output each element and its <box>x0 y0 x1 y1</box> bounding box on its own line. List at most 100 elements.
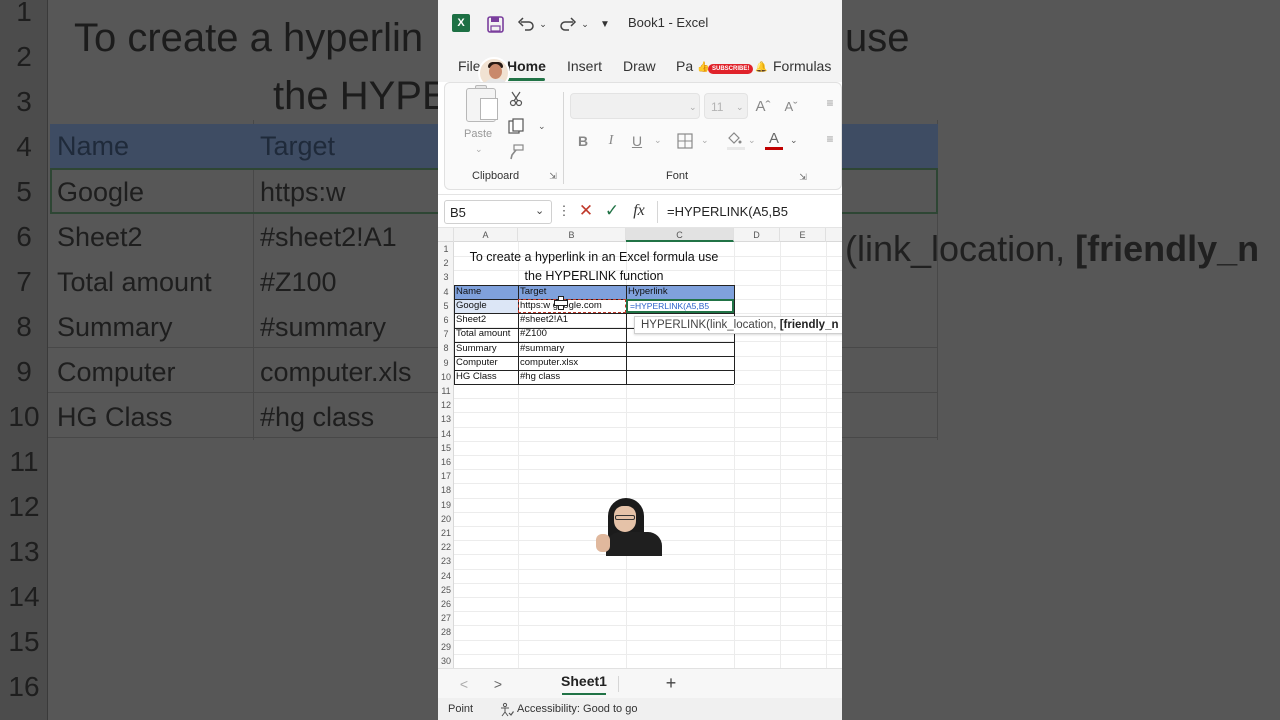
row-number[interactable]: 12 <box>438 400 454 410</box>
row-number[interactable]: 4 <box>438 287 454 297</box>
name-cell[interactable]: Sheet2 <box>454 313 518 327</box>
enter-check-icon[interactable]: ✓ <box>603 201 621 221</box>
add-sheet-plus-icon[interactable]: + <box>662 673 680 693</box>
paste-label[interactable]: Paste <box>464 128 492 140</box>
font-color-icon[interactable]: A <box>765 129 783 147</box>
row-number[interactable]: 6 <box>438 315 454 325</box>
row-number[interactable]: 17 <box>438 471 454 481</box>
underline-icon[interactable]: U <box>630 132 644 150</box>
name-cell[interactable]: Total amount <box>454 327 518 341</box>
previous-sheet-chevron-icon[interactable]: < <box>456 675 472 693</box>
name-box-chevron-icon[interactable]: ⌄ <box>535 204 544 217</box>
redo-icon[interactable] <box>556 12 580 36</box>
row-number[interactable]: 9 <box>438 358 454 368</box>
accessibility-icon[interactable] <box>498 701 514 717</box>
target-cell[interactable]: #Z100 <box>518 327 626 341</box>
clipboard-launcher-icon[interactable]: ⇲ <box>548 171 558 181</box>
tab-page-layout[interactable]: Pa <box>676 58 693 74</box>
next-sheet-chevron-icon[interactable]: > <box>490 675 506 693</box>
row-number[interactable]: 20 <box>438 514 454 524</box>
format-painter-icon[interactable] <box>508 144 524 160</box>
borders-chevron-icon[interactable]: ⌄ <box>701 135 709 146</box>
increase-font-size-icon[interactable]: Aˆ <box>754 96 772 116</box>
row-number[interactable]: 2 <box>438 258 454 268</box>
tab-draw[interactable]: Draw <box>623 58 656 74</box>
font-color-chevron-icon[interactable]: ⌄ <box>790 135 798 146</box>
copy-chevron-icon[interactable]: ⌄ <box>538 121 546 132</box>
row-number[interactable]: 18 <box>438 485 454 495</box>
row-number[interactable]: 25 <box>438 585 454 595</box>
name-cell[interactable]: HG Class <box>454 370 518 384</box>
header-hyperlink-cell[interactable]: Hyperlink <box>626 285 734 299</box>
row-number[interactable]: 7 <box>438 329 454 339</box>
underline-chevron-icon[interactable]: ⌄ <box>654 135 662 146</box>
tab-home[interactable]: Home <box>507 58 546 74</box>
row-number[interactable]: 27 <box>438 613 454 623</box>
save-icon[interactable] <box>484 12 506 36</box>
row-number[interactable]: 29 <box>438 642 454 652</box>
align-lines-icon[interactable]: ≡ <box>822 132 838 146</box>
row-number[interactable]: 10 <box>438 372 454 382</box>
row-number[interactable]: 19 <box>438 500 454 510</box>
target-cell[interactable]: #sheet2!A1 <box>518 313 626 327</box>
target-cell[interactable]: #hg class <box>518 370 626 384</box>
align-icon[interactable]: ≡ <box>822 96 838 110</box>
decrease-font-size-icon[interactable]: Aˇ <box>782 96 800 116</box>
fill-color-icon[interactable] <box>725 130 743 146</box>
bold-icon[interactable]: B <box>576 132 590 150</box>
hyperlink-cell[interactable] <box>626 356 734 370</box>
row-number[interactable]: 23 <box>438 556 454 566</box>
row-number[interactable]: 15 <box>438 443 454 453</box>
row-number[interactable]: 28 <box>438 627 454 637</box>
target-cell[interactable]: #summary <box>518 342 626 356</box>
header-name-cell[interactable]: Name <box>454 285 518 299</box>
row-number[interactable]: 5 <box>438 301 454 311</box>
column-header[interactable]: A <box>454 228 518 242</box>
row-number[interactable]: 3 <box>438 272 454 282</box>
formula-input[interactable]: =HYPERLINK(A5,B5 <box>667 204 788 219</box>
column-header[interactable]: E <box>780 228 826 242</box>
more-options-icon[interactable]: ⋮ <box>558 203 571 219</box>
target-cell[interactable]: computer.xlsx <box>518 356 626 370</box>
row-number[interactable]: 16 <box>438 457 454 467</box>
copy-icon[interactable] <box>507 117 525 135</box>
row-number[interactable]: 30 <box>438 656 454 666</box>
name-cell[interactable]: Google <box>454 299 518 313</box>
tab-insert[interactable]: Insert <box>567 58 602 74</box>
accessibility-status[interactable]: Accessibility: Good to go <box>517 703 637 715</box>
function-tooltip[interactable]: HYPERLINK(link_location, [friendly_n <box>634 316 842 334</box>
undo-dropdown-chevron-icon[interactable]: ⌄ <box>538 12 548 36</box>
redo-dropdown-chevron-icon[interactable]: ⌄ <box>580 12 590 36</box>
row-number[interactable]: 24 <box>438 571 454 581</box>
row-number[interactable]: 8 <box>438 343 454 353</box>
paste-chevron-icon[interactable]: ⌄ <box>475 144 483 155</box>
name-cell[interactable]: Computer <box>454 356 518 370</box>
borders-icon[interactable] <box>676 132 694 150</box>
hyperlink-cell[interactable] <box>626 370 734 384</box>
column-header[interactable]: D <box>734 228 780 242</box>
row-number[interactable]: 14 <box>438 429 454 439</box>
fill-color-chevron-icon[interactable]: ⌄ <box>748 135 756 146</box>
column-header[interactable]: B <box>518 228 626 242</box>
sheet-title-cell[interactable]: To create a hyperlink in an Excel formul… <box>454 248 734 286</box>
column-header-active[interactable]: C <box>626 228 734 242</box>
row-number[interactable]: 13 <box>438 414 454 424</box>
font-launcher-icon[interactable]: ⇲ <box>798 172 808 182</box>
font-name-chevron-icon[interactable]: ⌄ <box>689 102 697 113</box>
undo-icon[interactable] <box>514 12 538 36</box>
font-size-chevron-icon[interactable]: ⌄ <box>736 102 744 113</box>
row-number[interactable]: 11 <box>438 386 454 396</box>
row-number[interactable]: 1 <box>438 244 454 254</box>
tab-formulas[interactable]: Formulas <box>773 58 831 74</box>
sheet-tab-sheet1[interactable]: Sheet1 <box>556 673 612 689</box>
font-name-box[interactable] <box>570 93 700 119</box>
cancel-icon[interactable]: ✕ <box>577 201 595 221</box>
row-number[interactable]: 26 <box>438 599 454 609</box>
worksheet-grid[interactable]: A B C D E 1 2 3 4 5 6 7 8 9 10 11 12 13 14 15 16 17 18 19 2… <box>438 228 842 668</box>
insert-function-icon[interactable]: fx <box>628 200 650 222</box>
italic-icon[interactable]: I <box>604 132 618 150</box>
name-cell[interactable]: Summary <box>454 342 518 356</box>
row-number[interactable]: 21 <box>438 528 454 538</box>
header-target-cell[interactable]: Target <box>518 285 626 299</box>
cut-icon[interactable] <box>508 90 524 108</box>
